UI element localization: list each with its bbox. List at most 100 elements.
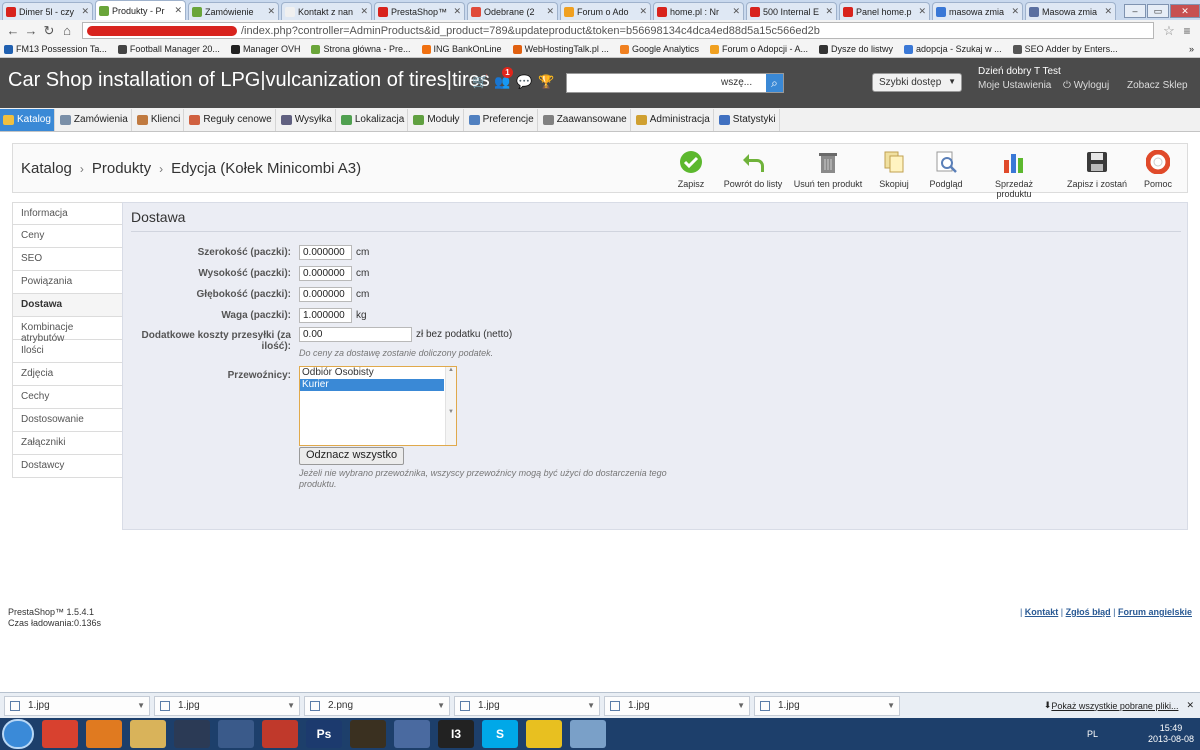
menu-item-katalog[interactable]: Katalog bbox=[0, 108, 55, 131]
browser-tab[interactable]: Dimer 5l - czy ✕ bbox=[2, 2, 93, 20]
taskbar-app-6-icon[interactable] bbox=[262, 720, 298, 748]
search-scope-select[interactable]: wszę... bbox=[717, 74, 766, 92]
search-input[interactable] bbox=[567, 74, 717, 92]
home-icon[interactable]: ⌂ bbox=[58, 23, 76, 38]
bookmark-item[interactable]: FM13 Possession Ta... bbox=[4, 44, 107, 54]
browser-tab[interactable]: masowa zmia ✕ bbox=[932, 2, 1023, 20]
address-bar[interactable]: /index.php?controller=AdminProducts&id_p… bbox=[82, 22, 1154, 39]
chevron-down-icon[interactable]: ▼ bbox=[437, 701, 445, 710]
tab-close-icon[interactable]: ✕ bbox=[918, 6, 926, 17]
bookmark-item[interactable]: Strona główna - Pre... bbox=[311, 44, 411, 54]
carrier-option[interactable]: Odbiór Osobisty bbox=[300, 367, 456, 379]
menu-item-klienci[interactable]: Klienci bbox=[134, 108, 185, 131]
bookmark-item[interactable]: Football Manager 20... bbox=[117, 44, 220, 54]
height-input[interactable] bbox=[299, 266, 352, 281]
download-item[interactable]: 2.png ▼ bbox=[304, 695, 450, 716]
sidebar-item[interactable]: Zdjęcia bbox=[12, 363, 123, 386]
menu-item-zaawansowane[interactable]: Zaawansowane bbox=[540, 108, 631, 131]
tab-close-icon[interactable]: ✕ bbox=[1104, 6, 1112, 17]
carrier-option[interactable]: Kurier bbox=[300, 379, 444, 391]
tab-close-icon[interactable]: ✕ bbox=[1011, 6, 1019, 17]
chevron-down-icon[interactable]: ▼ bbox=[887, 701, 895, 710]
sidebar-item[interactable]: Dostawa bbox=[12, 294, 123, 317]
browser-tab[interactable]: Masowa zmia ✕ bbox=[1025, 2, 1116, 20]
browser-tab[interactable]: Panel home.p ✕ bbox=[839, 2, 930, 20]
product-sales-button[interactable]: Sprzedaż produktu bbox=[977, 150, 1051, 199]
cart-icon[interactable]: 🛒 bbox=[472, 74, 494, 90]
taskbar-explorer-icon[interactable] bbox=[130, 720, 166, 748]
bookmark-item[interactable]: Forum o Adopcji - A... bbox=[709, 44, 808, 54]
browser-tab[interactable]: PrestaShop™ ✕ bbox=[374, 2, 465, 20]
help-button[interactable]: Pomoc bbox=[1141, 149, 1175, 189]
chevron-down-icon[interactable]: ▼ bbox=[287, 701, 295, 710]
taskbar-chrome-icon[interactable] bbox=[42, 720, 78, 748]
taskbar-app-10-icon[interactable]: I3 bbox=[438, 720, 474, 748]
sidebar-item[interactable]: Załączniki bbox=[12, 432, 123, 455]
language-indicator[interactable]: PL bbox=[1087, 729, 1098, 739]
my-settings-link[interactable]: Moje Ustawienia bbox=[978, 80, 1051, 91]
tab-close-icon[interactable]: ✕ bbox=[732, 6, 740, 17]
browser-tab[interactable]: Forum o Ado ✕ bbox=[560, 2, 651, 20]
bookmark-item[interactable]: adopcja - Szukaj w ... bbox=[904, 44, 1002, 54]
taskbar-media-player-icon[interactable] bbox=[86, 720, 122, 748]
report-bug-link[interactable]: Zgłoś błąd bbox=[1066, 607, 1111, 617]
forward-arrow-icon[interactable]: → bbox=[22, 23, 40, 38]
show-all-downloads-link[interactable]: Pokaż wszystkie pobrane pliki... bbox=[1051, 701, 1178, 711]
menu-item-administracja[interactable]: Administracja bbox=[633, 108, 714, 131]
taskbar-app-5-icon[interactable] bbox=[218, 720, 254, 748]
tab-close-icon[interactable]: ✕ bbox=[639, 6, 647, 17]
messages-icon[interactable]: 💬 bbox=[516, 74, 538, 90]
bookmark-item[interactable]: Manager OVH bbox=[230, 44, 300, 54]
preview-button[interactable]: Podgląd bbox=[927, 150, 965, 189]
close-window-icon[interactable]: ✕ bbox=[1170, 4, 1200, 18]
chevron-down-icon[interactable]: ▼ bbox=[137, 701, 145, 710]
browser-tab[interactable]: home.pl : Nr ✕ bbox=[653, 2, 744, 20]
back-to-list-button[interactable]: Powrót do listy bbox=[722, 150, 784, 189]
quick-access-select[interactable]: Szybki dostęp ▼ bbox=[872, 73, 962, 92]
browser-tab[interactable]: 500 Internal E ✕ bbox=[746, 2, 837, 20]
tab-close-icon[interactable]: ✕ bbox=[360, 6, 368, 17]
menu-item-lokalizacja[interactable]: Lokalizacja bbox=[338, 108, 409, 131]
save-button[interactable]: Zapisz bbox=[675, 150, 707, 189]
browser-tab[interactable]: Odebrane (2 ✕ bbox=[467, 2, 558, 20]
carriers-select[interactable]: Odbiór Osobisty Kurier ▲ ▼ bbox=[299, 366, 457, 446]
bookmark-star-icon[interactable]: ☆ bbox=[1160, 23, 1178, 39]
clock[interactable]: 15:49 2013-08-08 bbox=[1148, 723, 1194, 745]
trophy-icon[interactable]: 🏆 bbox=[538, 74, 560, 90]
download-item[interactable]: 1.jpg ▼ bbox=[604, 695, 750, 716]
download-item[interactable]: 1.jpg ▼ bbox=[4, 695, 150, 716]
back-arrow-icon[interactable]: ← bbox=[4, 23, 22, 38]
bookmark-item[interactable]: WebHostingTalk.pl ... bbox=[512, 44, 609, 54]
width-input[interactable] bbox=[299, 245, 352, 260]
browser-tab[interactable]: Zamówienie ✕ bbox=[188, 2, 279, 20]
logout-link[interactable]: ⏻ Wyloguj bbox=[1063, 80, 1109, 91]
tab-close-icon[interactable]: ✕ bbox=[825, 6, 833, 17]
browser-tab[interactable]: Kontakt z nan ✕ bbox=[281, 2, 372, 20]
taskbar-network-app-icon[interactable] bbox=[394, 720, 430, 748]
tab-close-icon[interactable]: ✕ bbox=[546, 6, 554, 17]
sidebar-item[interactable]: Dostosowanie bbox=[12, 409, 123, 432]
browser-menu-icon[interactable]: ≡ bbox=[1178, 24, 1196, 38]
taskbar-steam-icon[interactable] bbox=[174, 720, 210, 748]
breadcrumb-catalog[interactable]: Katalog bbox=[21, 160, 72, 177]
forum-link[interactable]: Forum angielskie bbox=[1118, 607, 1192, 617]
extra-shipping-input[interactable] bbox=[299, 327, 412, 342]
taskbar-skype-icon[interactable]: S bbox=[482, 720, 518, 748]
minimize-icon[interactable]: – bbox=[1124, 4, 1146, 18]
weight-input[interactable] bbox=[299, 308, 352, 323]
bookmark-item[interactable]: Dysze do listwy bbox=[819, 44, 893, 54]
download-item[interactable]: 1.jpg ▼ bbox=[154, 695, 300, 716]
copy-button[interactable]: Skopiuj bbox=[876, 150, 912, 189]
chevron-down-icon[interactable]: ▼ bbox=[737, 701, 745, 710]
breadcrumb-products[interactable]: Produkty bbox=[92, 160, 151, 177]
taskbar-notepad-icon[interactable] bbox=[570, 720, 606, 748]
chevron-down-icon[interactable]: ▼ bbox=[587, 701, 595, 710]
bookmark-item[interactable]: ING BankOnLine bbox=[421, 44, 502, 54]
sidebar-item[interactable]: SEO bbox=[12, 248, 123, 271]
start-button[interactable] bbox=[2, 719, 34, 749]
sidebar-item[interactable]: Ceny bbox=[12, 225, 123, 248]
sidebar-item[interactable]: Cechy bbox=[12, 386, 123, 409]
depth-input[interactable] bbox=[299, 287, 352, 302]
menu-item-moduły[interactable]: Moduły bbox=[410, 108, 464, 131]
sidebar-item[interactable]: Powiązania bbox=[12, 271, 123, 294]
